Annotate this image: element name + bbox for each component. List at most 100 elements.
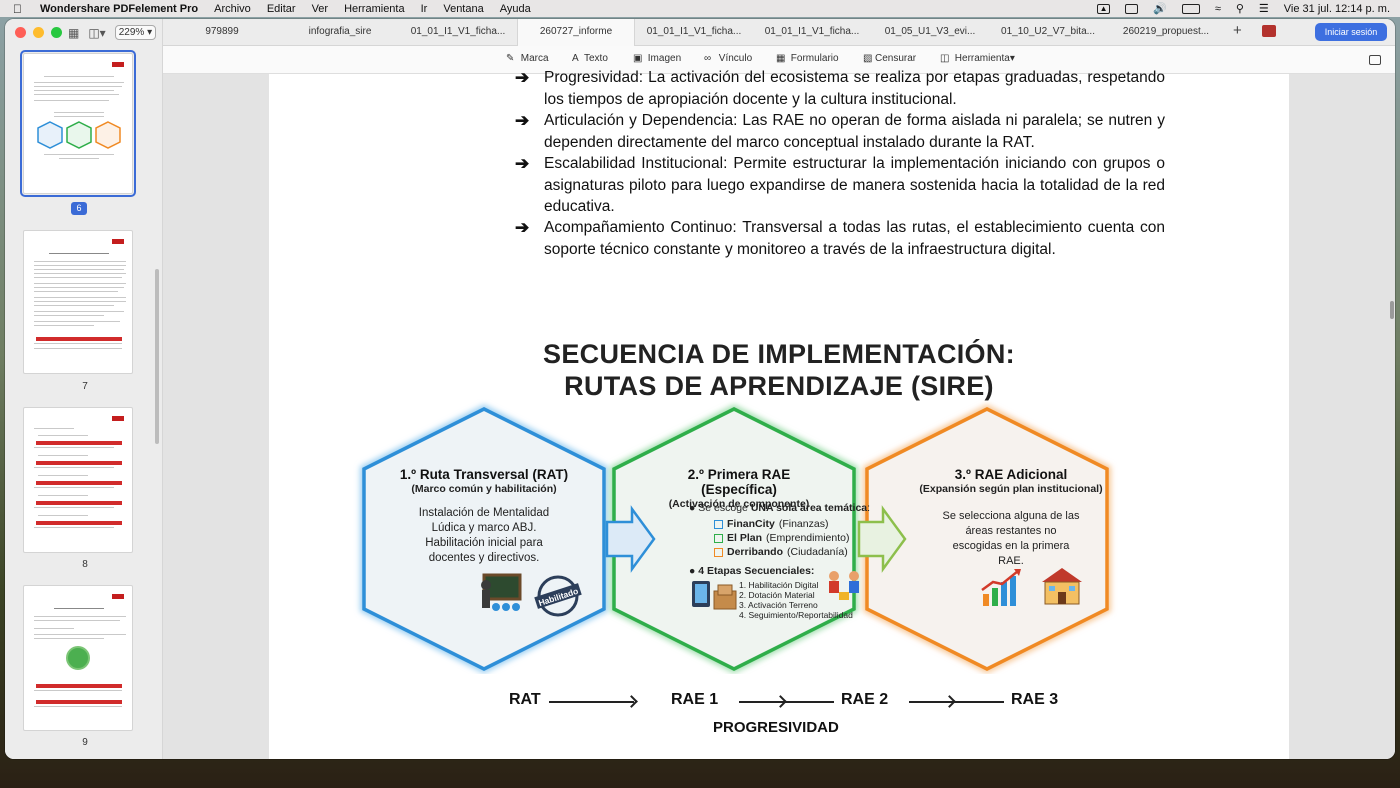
flow-step-rat: RAT	[509, 691, 541, 708]
tab-bitacora[interactable]: 01_10_U2_V7_bita...	[989, 19, 1107, 46]
menu-archivo[interactable]: Archivo	[214, 3, 251, 15]
sidebar-tools: ▦ ◫▾ 229% ▾	[68, 25, 157, 40]
tool-herramienta[interactable]: ◫ Herramienta▾	[940, 53, 1015, 64]
growth-chart-icon	[981, 569, 1021, 606]
stages-title: ● 4 Etapas Secuenciales:	[689, 565, 815, 577]
tool-imagen[interactable]: ▣ Imagen	[633, 53, 681, 64]
page-number-8: 8	[82, 559, 88, 570]
sidebar-toggle-icon[interactable]: ◫▾	[88, 26, 105, 40]
zoom-select[interactable]: 229% ▾	[114, 25, 157, 40]
flow-arrow-icon	[774, 695, 787, 708]
arrow-bullet-icon: ➔	[515, 154, 530, 173]
menu-ver[interactable]: Ver	[312, 3, 329, 15]
flow-caption: PROGRESIVIDAD	[713, 719, 839, 736]
hex-rae-adicional-subheading: (Expansión según plan institucional)	[919, 483, 1103, 495]
new-tab-plus-icon[interactable]: +	[1233, 22, 1242, 39]
tool-texto[interactable]: A Texto	[572, 53, 608, 64]
menu-ventana[interactable]: Ventana	[443, 3, 483, 15]
tab-979899[interactable]: 979899	[163, 19, 281, 46]
signin-button[interactable]: Iniciar sesión	[1315, 23, 1387, 41]
bullet-text: Progresividad: La activación del ecosist…	[544, 69, 1165, 108]
tab-ficha-3[interactable]: 01_01_I1_V1_ficha...	[753, 19, 871, 46]
arrow-bullet-icon: ➔	[515, 111, 530, 130]
stage-4: 4. Seguimiento/Reportabilidad	[739, 610, 853, 620]
flow-arrow-icon	[625, 695, 638, 708]
drive-icon[interactable]: ▲	[1097, 3, 1111, 14]
document-scrollbar[interactable]	[1390, 301, 1394, 319]
tool-vinculo[interactable]: ∞ Vínculo	[704, 53, 752, 64]
tab-ficha-2[interactable]: 01_01_I1_V1_ficha...	[635, 19, 753, 46]
hex-rae-adicional: 3.º RAE Adicional (Expansión según plan …	[911, 467, 1111, 569]
menu-ayuda[interactable]: Ayuda	[500, 3, 531, 15]
bullet-escalabilidad: ➔ Escalabilidad Institucional: Permite e…	[515, 153, 1165, 218]
hex-rat: 1.º Ruta Transversal (RAT) (Marco común …	[399, 467, 569, 566]
flow-line	[909, 701, 1004, 703]
tool-formulario[interactable]: ▦ Formulario	[776, 53, 839, 64]
hex-rat-body: Instalación de Mentalidad Lúdica y marco…	[418, 507, 550, 564]
control-center-icon[interactable]: ☰	[1259, 2, 1269, 15]
tab-evidencia[interactable]: 01_05_U1_V3_evi...	[871, 19, 989, 46]
volume-icon[interactable]: 🔊	[1153, 2, 1167, 15]
tab-infografia-sire[interactable]: infografia_sire	[281, 19, 399, 46]
tablet-boxes-icon	[692, 581, 737, 610]
menubar-clock[interactable]: Vie 31 jul. 12:14 p. m.	[1284, 3, 1390, 15]
zoom-window-button[interactable]	[51, 27, 62, 38]
link-icon: ∞	[704, 53, 712, 64]
tab-ficha-1[interactable]: 01_01_I1_V1_ficha...	[399, 19, 517, 46]
grid-view-icon[interactable]: ▦	[68, 26, 79, 40]
close-window-button[interactable]	[15, 27, 26, 38]
thumbnail-sidebar: ▦ ◫▾ 229% ▾ 6 7 8 9	[5, 19, 163, 759]
form-icon: ▦	[776, 53, 786, 64]
minimize-window-button[interactable]	[33, 27, 44, 38]
hex-rat-heading: 1.º Ruta Transversal (RAT)	[399, 467, 569, 482]
infographic-title-line2: RUTAS DE APRENDIZAJE (SIRE)	[564, 371, 994, 401]
tab-bar: 979899 infografia_sire 01_01_I1_V1_ficha…	[163, 19, 1395, 46]
app-name-menu[interactable]: Wondershare PDFelement Pro	[40, 3, 198, 15]
option-name: Derribando	[727, 546, 784, 558]
tool-imagen-label: Imagen	[647, 53, 682, 64]
gift-icon[interactable]	[1262, 25, 1276, 37]
intro-bold: UNA sola área temática	[750, 502, 868, 514]
battery-icon[interactable]	[1181, 3, 1200, 14]
intro-suffix: :	[867, 502, 871, 514]
checkbox-icon	[714, 519, 723, 529]
stages-title-text: 4 Etapas Secuenciales:	[698, 565, 815, 577]
window-icon[interactable]	[1125, 3, 1139, 14]
page-number-badge-6: 6	[71, 202, 87, 215]
option-financity: FinanCity (Finanzas)	[714, 517, 849, 531]
page-thumbnail-6[interactable]	[20, 50, 136, 197]
option-name: El Plan	[727, 532, 763, 544]
status-area: ▲ 🔊 ≈ ⚲ ☰ Vie 31 jul. 12:14 p. m.	[1097, 0, 1390, 17]
menu-editar[interactable]: Editar	[267, 3, 296, 15]
arrow-bullet-icon: ➔	[515, 218, 530, 237]
option-desc: (Finanzas)	[778, 518, 829, 530]
hex-rat-subheading: (Marco común y habilitación)	[411, 483, 557, 495]
page-thumbnail-9[interactable]	[23, 585, 133, 731]
page-thumbnail-7[interactable]	[23, 230, 133, 374]
option-derribando: Derribando (Ciudadanía)	[714, 545, 849, 559]
flow-step-rae1: RAE 1	[671, 691, 719, 708]
wifi-icon[interactable]: ≈	[1215, 3, 1221, 15]
menu-herramienta[interactable]: Herramienta	[344, 3, 405, 15]
tab-propuesta[interactable]: 260219_propuest...	[1107, 19, 1225, 46]
pdf-page-6: ➔ Progresividad: La activación del ecosi…	[269, 68, 1289, 759]
tool-censurar-label: Censurar	[875, 53, 917, 64]
page-thumbnail-8[interactable]	[23, 407, 133, 553]
thumb-pie-chart	[66, 646, 90, 670]
tool-formulario-label: Formulario	[790, 53, 839, 64]
teacher-board-icon	[481, 573, 522, 611]
tool-marca[interactable]: ✎ Marca	[506, 53, 549, 64]
bullet-articulacion: ➔ Articulación y Dependencia: Las RAE no…	[515, 110, 1165, 153]
menu-ir[interactable]: Ir	[421, 3, 428, 15]
apple-menu-icon[interactable]: 	[13, 2, 27, 16]
infographic-title-line1: SECUENCIA DE IMPLEMENTACIÓN:	[543, 339, 1015, 369]
tool-censurar[interactable]: ▧ Censurar	[863, 53, 916, 64]
option-name: FinanCity	[727, 518, 775, 530]
right-panel-toggle-icon[interactable]	[1369, 55, 1381, 65]
text-icon: A	[572, 53, 579, 64]
stamp-label: Habilitado	[537, 586, 579, 608]
redact-icon: ▧	[863, 53, 873, 64]
spotlight-search-icon[interactable]: ⚲	[1236, 2, 1244, 15]
sidebar-scrollbar[interactable]	[155, 269, 159, 444]
tab-260727-informe[interactable]: 260727_informe	[517, 19, 635, 46]
